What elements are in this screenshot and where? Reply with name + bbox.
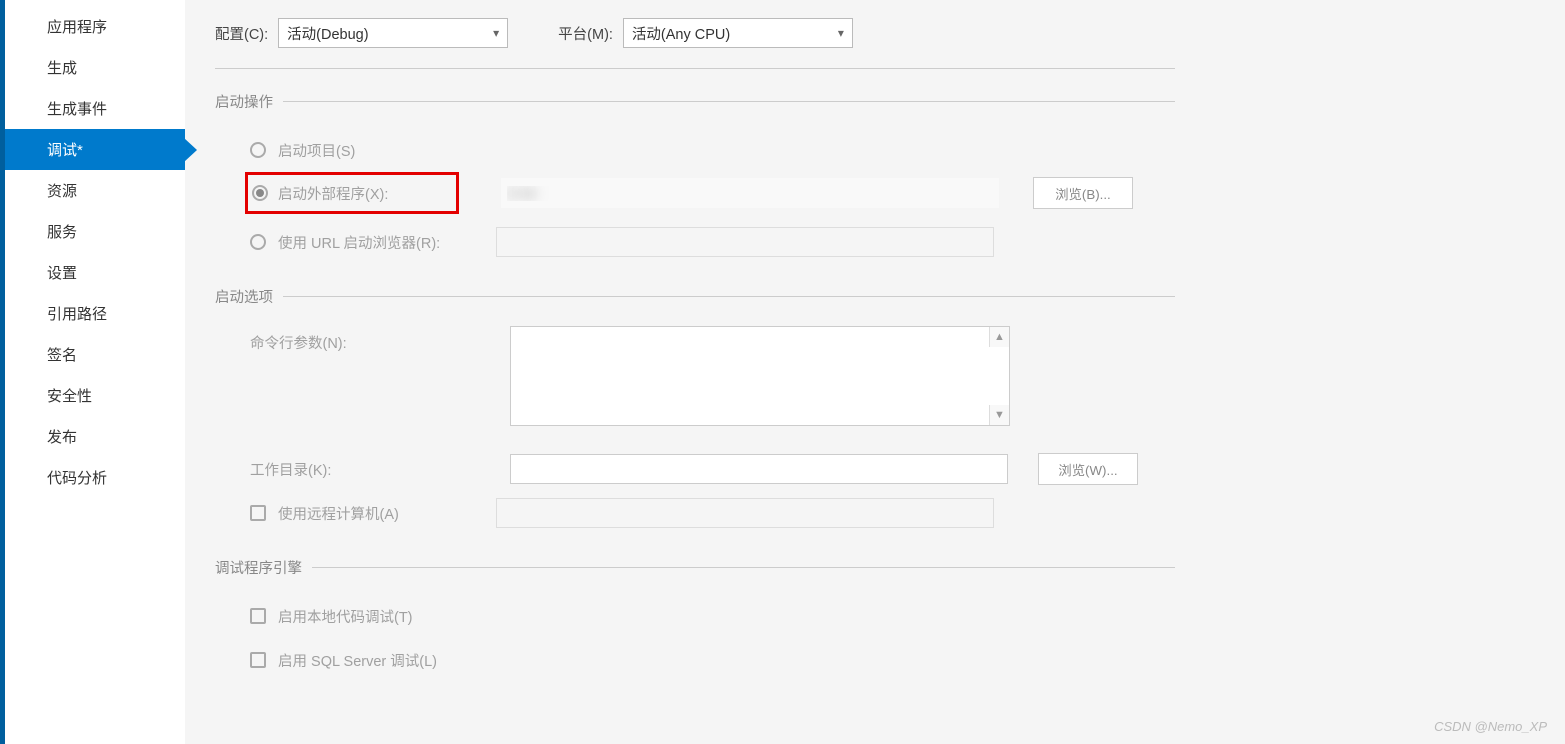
section-start-action: 启动操作 启动项目(S) 启动外部程序(X): 浏览(B)... 使用 UR bbox=[215, 91, 1175, 264]
sidebar-item-label: 安全性 bbox=[47, 388, 92, 405]
browser-url-input[interactable] bbox=[496, 227, 994, 257]
external-program-path-input[interactable] bbox=[501, 178, 999, 208]
sidebar-item-security[interactable]: 安全性 bbox=[5, 375, 185, 416]
radio-start-external[interactable] bbox=[252, 185, 268, 201]
platform-dropdown[interactable]: 活动(Any CPU) ▾ bbox=[623, 18, 853, 48]
watermark: CSDN @Nemo_XP bbox=[1434, 719, 1547, 734]
section-title: 启动操作 bbox=[215, 91, 273, 112]
checkbox-sql-debug[interactable] bbox=[250, 652, 266, 668]
section-title: 调试程序引擎 bbox=[215, 557, 302, 578]
section-divider bbox=[283, 101, 1175, 102]
checkbox-native-debug[interactable] bbox=[250, 608, 266, 624]
sql-debug-label: 启用 SQL Server 调试(L) bbox=[278, 650, 437, 671]
section-divider bbox=[312, 567, 1175, 568]
args-label: 命令行参数(N): bbox=[250, 326, 498, 353]
radio-start-url[interactable] bbox=[250, 234, 266, 250]
scroll-down-icon[interactable]: ▼ bbox=[989, 405, 1009, 425]
sidebar-item-label: 生成事件 bbox=[47, 101, 107, 118]
browse-external-button[interactable]: 浏览(B)... bbox=[1033, 177, 1133, 209]
remote-machine-input[interactable] bbox=[496, 498, 994, 528]
sidebar-item-resources[interactable]: 资源 bbox=[5, 170, 185, 211]
sidebar-item-label: 生成 bbox=[47, 60, 77, 77]
working-directory-input[interactable] bbox=[510, 454, 1008, 484]
sidebar-item-label: 签名 bbox=[47, 347, 77, 364]
config-toolbar: 配置(C): 活动(Debug) ▾ 平台(M): 活动(Any CPU) ▾ bbox=[215, 18, 1175, 69]
sidebar-item-publish[interactable]: 发布 bbox=[5, 416, 185, 457]
radio-start-external-label: 启动外部程序(X): bbox=[278, 183, 448, 204]
sidebar-item-build-events[interactable]: 生成事件 bbox=[5, 88, 185, 129]
sidebar-item-signing[interactable]: 签名 bbox=[5, 334, 185, 375]
section-debug-engine: 调试程序引擎 启用本地代码调试(T) 启用 SQL Server 调试(L) bbox=[215, 557, 1175, 682]
sidebar-item-label: 引用路径 bbox=[47, 306, 107, 323]
config-value: 活动(Debug) bbox=[287, 23, 368, 44]
highlight-external-program: 启动外部程序(X): bbox=[245, 172, 459, 214]
browse-workdir-button[interactable]: 浏览(W)... bbox=[1038, 453, 1138, 485]
section-divider bbox=[283, 296, 1175, 297]
sidebar-item-settings[interactable]: 设置 bbox=[5, 252, 185, 293]
native-debug-label: 启用本地代码调试(T) bbox=[278, 606, 413, 627]
sidebar-item-label: 调试* bbox=[47, 142, 83, 159]
sidebar-item-label: 应用程序 bbox=[47, 19, 107, 36]
remote-machine-label: 使用远程计算机(A) bbox=[278, 503, 484, 524]
sidebar-item-label: 代码分析 bbox=[47, 470, 107, 487]
radio-start-project-label: 启动项目(S) bbox=[278, 140, 355, 161]
section-title: 启动选项 bbox=[215, 286, 273, 307]
config-label: 配置(C): bbox=[215, 23, 268, 44]
radio-start-url-label: 使用 URL 启动浏览器(R): bbox=[278, 232, 484, 253]
main-panel: 配置(C): 活动(Debug) ▾ 平台(M): 活动(Any CPU) ▾ … bbox=[185, 0, 1565, 744]
sidebar-item-code-analysis[interactable]: 代码分析 bbox=[5, 457, 185, 498]
sidebar-item-build[interactable]: 生成 bbox=[5, 47, 185, 88]
sidebar-item-reference-paths[interactable]: 引用路径 bbox=[5, 293, 185, 334]
sidebar-item-label: 发布 bbox=[47, 429, 77, 446]
checkbox-use-remote[interactable] bbox=[250, 505, 266, 521]
section-start-options: 启动选项 命令行参数(N): ▲ ▼ 工作目录(K): 浏览(W)... 使 bbox=[215, 286, 1175, 535]
sidebar-item-label: 设置 bbox=[47, 265, 77, 282]
radio-start-project[interactable] bbox=[250, 142, 266, 158]
command-line-args-input[interactable]: ▲ ▼ bbox=[510, 326, 1010, 426]
sidebar-item-label: 服务 bbox=[47, 224, 77, 241]
workdir-label: 工作目录(K): bbox=[250, 459, 498, 480]
scroll-up-icon[interactable]: ▲ bbox=[989, 327, 1009, 347]
sidebar-item-debug[interactable]: 调试* bbox=[5, 129, 185, 170]
sidebar-item-application[interactable]: 应用程序 bbox=[5, 6, 185, 47]
chevron-down-icon: ▾ bbox=[493, 26, 499, 40]
config-dropdown[interactable]: 活动(Debug) ▾ bbox=[278, 18, 508, 48]
platform-label: 平台(M): bbox=[558, 23, 613, 44]
chevron-down-icon: ▾ bbox=[838, 26, 844, 40]
sidebar-item-label: 资源 bbox=[47, 183, 77, 200]
sidebar-item-services[interactable]: 服务 bbox=[5, 211, 185, 252]
sidebar: 应用程序 生成 生成事件 调试* 资源 服务 设置 引用路径 签名 安全性 发布… bbox=[0, 0, 185, 744]
platform-value: 活动(Any CPU) bbox=[632, 23, 730, 44]
